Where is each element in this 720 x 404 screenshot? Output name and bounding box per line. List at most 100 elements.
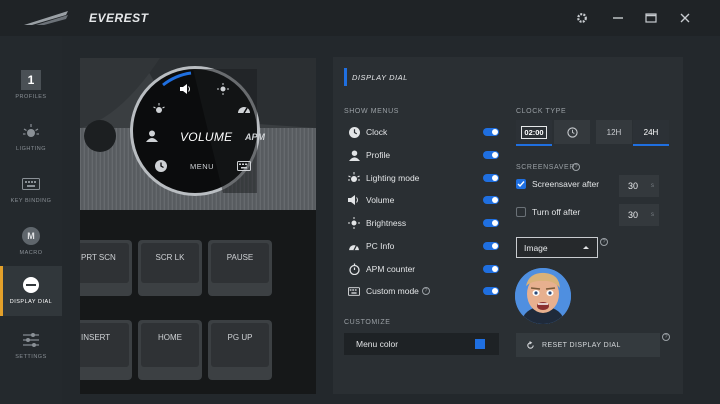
screensaver-image-preview[interactable] <box>515 268 571 324</box>
app-title: EVEREST <box>89 11 149 25</box>
close-icon[interactable] <box>675 8 695 28</box>
profile-icon <box>347 148 361 162</box>
key-pause: PAUSE <box>208 240 272 296</box>
brightness-toggle[interactable] <box>483 219 499 227</box>
volume-icon <box>180 84 190 94</box>
turn-off-after-checkbox[interactable] <box>516 207 526 217</box>
screensaver-after-row: Screensaver after <box>516 179 599 189</box>
menu-label: Lighting mode <box>366 173 420 183</box>
display-dial: VOLUME APM MENU <box>130 66 265 196</box>
screensaver-after-label: Screensaver after <box>532 179 600 189</box>
screensaver-heading: SCREENSAVER <box>516 164 575 171</box>
volume-icon <box>347 193 361 207</box>
clock-type-heading: CLOCK TYPE <box>516 108 567 115</box>
menu-row-volume: Volume <box>347 191 499 209</box>
caret-up-icon <box>583 246 589 249</box>
checkmark-icon <box>517 181 525 188</box>
menu-row-lighting-mode: Lighting mode <box>347 169 499 187</box>
active-indicator <box>0 266 3 316</box>
panel-title: DISPLAY DIAL <box>352 73 408 82</box>
clock-12h-option[interactable]: 12H <box>596 120 632 144</box>
help-icon[interactable]: ? <box>572 163 580 171</box>
pc-info-toggle[interactable] <box>483 242 499 250</box>
maximize-icon[interactable] <box>641 8 661 28</box>
keyboard-icon <box>237 161 251 171</box>
key-insert: INSERT <box>80 320 132 380</box>
menu-color-row[interactable]: Menu color <box>344 333 499 355</box>
menu-row-clock: Clock <box>347 123 499 141</box>
reset-display-dial-button[interactable]: RESET DISPLAY DIAL <box>516 333 660 357</box>
sidebar-item-label: DISPLAY DIAL <box>9 299 53 305</box>
lightbulb-icon <box>153 103 165 113</box>
menu-label: Profile <box>366 150 391 160</box>
show-menus-heading: SHOW MENUS <box>344 108 399 115</box>
volume-toggle[interactable] <box>483 196 499 204</box>
screensaver-type-select[interactable]: Image <box>516 237 598 258</box>
sidebar-item-label: LIGHTING <box>16 146 46 152</box>
menu-row-apm-counter: APM counter <box>347 260 499 278</box>
menu-row-custom-mode: Custom mode ? <box>347 282 499 300</box>
unit-label: s <box>651 212 654 218</box>
stopwatch-icon <box>347 262 361 276</box>
customize-heading: CUSTOMIZE <box>344 319 391 326</box>
key-prt-scn: PRT SCN <box>80 240 132 296</box>
screensaver-after-checkbox[interactable] <box>516 179 526 189</box>
dial-menu-label: MENU <box>190 162 215 171</box>
reset-icon <box>527 340 534 349</box>
sidebar-item-display-dial[interactable]: DISPLAY DIAL <box>0 266 62 316</box>
clock-icon <box>347 125 361 139</box>
sidebar-item-label: SETTINGS <box>15 354 47 360</box>
sidebar: 1 PROFILES LIGHTING KEY BINDING M MACRO … <box>0 36 62 404</box>
sidebar-item-lighting[interactable]: LIGHTING <box>0 116 62 164</box>
menu-label: Custom mode <box>366 286 419 296</box>
apm-counter-toggle[interactable] <box>483 265 499 273</box>
menu-color-swatch[interactable] <box>475 339 485 349</box>
brightness-icon <box>347 216 361 230</box>
sidebar-item-label: KEY BINDING <box>10 198 52 204</box>
sidebar-item-profiles[interactable]: 1 PROFILES <box>0 64 62 112</box>
menu-label: Brightness <box>366 218 407 228</box>
sidebar-item-settings[interactable]: SETTINGS <box>0 324 62 372</box>
logo-icon <box>24 11 68 25</box>
sidebar-item-macro[interactable]: M MACRO <box>0 220 62 268</box>
gear-icon[interactable] <box>572 8 592 28</box>
sidebar-item-key-binding[interactable]: KEY BINDING <box>0 168 62 216</box>
profile-icon <box>146 130 158 142</box>
profile-number-icon: 1 <box>21 70 41 90</box>
brightness-icon <box>217 83 229 95</box>
lighting-icon <box>347 171 361 185</box>
help-icon[interactable]: ? <box>662 333 670 341</box>
dial-icon <box>22 275 40 295</box>
menu-row-brightness: Brightness <box>347 214 499 232</box>
keyboard-preview: VOLUME APM MENU PRT SCN SCR LK PAUSE INS… <box>80 58 316 394</box>
menu-label: PC Info <box>366 241 395 251</box>
screensaver-type-value: Image <box>524 242 548 253</box>
dial-apm-label: APM <box>245 132 265 142</box>
lighting-mode-toggle[interactable] <box>483 174 499 182</box>
turn-off-after-value: 30 <box>628 210 639 220</box>
keyboard-icon <box>22 174 40 194</box>
custom-mode-toggle[interactable] <box>483 287 499 295</box>
analog-clock-icon <box>566 126 578 138</box>
minimize-icon[interactable] <box>608 8 628 28</box>
reset-label: RESET DISPLAY DIAL <box>542 341 621 349</box>
menu-row-pc-info: PC Info <box>347 237 499 255</box>
menu-label: Volume <box>366 195 395 205</box>
keyboard-icon <box>347 284 361 298</box>
sidebar-item-label: MACRO <box>19 250 43 256</box>
face-image-icon <box>515 268 571 324</box>
gauge-icon <box>238 107 250 114</box>
clock-24h-option[interactable]: 24H <box>633 120 669 146</box>
help-icon[interactable]: ? <box>600 238 608 246</box>
profile-toggle[interactable] <box>483 151 499 159</box>
clock-digital-option[interactable]: 02:00 <box>516 120 552 146</box>
clock-analog-option[interactable] <box>554 120 590 144</box>
clock-toggle[interactable] <box>483 128 499 136</box>
panel-title-marker <box>344 68 347 86</box>
sidebar-item-label: PROFILES <box>15 94 47 100</box>
digital-clock-icon: 02:00 <box>521 125 547 139</box>
screensaver-after-value: 30 <box>628 181 639 191</box>
help-icon[interactable]: ? <box>421 287 430 295</box>
screensaver-after-input[interactable]: 30 s <box>619 175 659 197</box>
turn-off-after-input[interactable]: 30 s <box>619 204 659 226</box>
